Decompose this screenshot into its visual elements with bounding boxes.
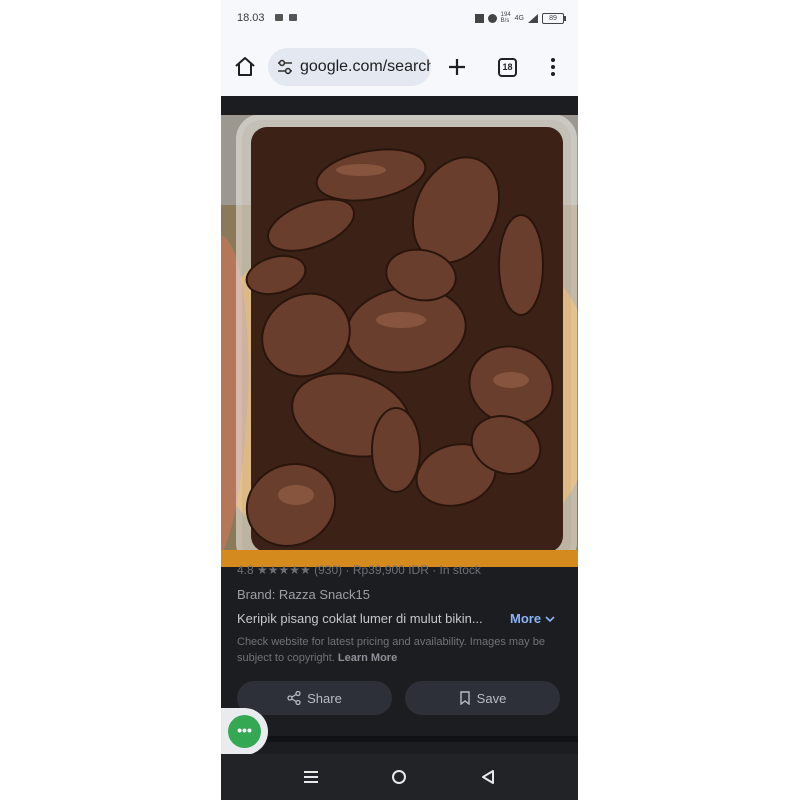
save-button[interactable]: Save bbox=[405, 681, 560, 715]
browser-toolbar: google.com/search?q=keripik 18 bbox=[221, 38, 578, 96]
back-icon[interactable] bbox=[478, 767, 498, 787]
network-speed: 194 B/s bbox=[500, 12, 511, 24]
more-label: More bbox=[510, 611, 542, 626]
status-icons: 194 B/s 4G 89 bbox=[474, 11, 566, 25]
home-icon[interactable] bbox=[233, 55, 257, 79]
battery-icon: 89 bbox=[542, 12, 566, 24]
network-type: 4G bbox=[514, 14, 524, 22]
system-nav-bar bbox=[221, 754, 578, 800]
share-icon bbox=[287, 691, 301, 705]
url-text: google.com/search?q=keripik bbox=[300, 58, 431, 75]
share-button[interactable]: Share bbox=[237, 681, 392, 715]
tabs-icon[interactable]: 18 bbox=[498, 58, 517, 77]
bag-icon bbox=[289, 14, 297, 21]
product-brand: Brand: Razza Snack15 bbox=[237, 587, 370, 602]
product-description: Keripik pisang coklat lumer di mulut bik… bbox=[237, 611, 483, 626]
signal-icon bbox=[528, 13, 538, 23]
chevron-down-icon bbox=[545, 616, 555, 623]
save-label: Save bbox=[476, 690, 507, 706]
plus-icon[interactable] bbox=[445, 55, 469, 79]
disclaimer: Check website for latest pricing and ava… bbox=[237, 634, 557, 666]
tune-icon[interactable] bbox=[277, 59, 293, 75]
address-bar[interactable]: google.com/search?q=keripik bbox=[268, 48, 431, 86]
more-vert-icon[interactable] bbox=[547, 56, 559, 78]
search-result-panel: 4.8 ★★★★★ (930) · Rp39,900 IDR · In stoc… bbox=[221, 96, 578, 755]
alarm-icon bbox=[487, 13, 497, 23]
section-divider bbox=[221, 736, 578, 742]
chat-bubble-icon[interactable]: ••• bbox=[228, 715, 261, 748]
vibrate-icon bbox=[474, 13, 484, 23]
message-icon bbox=[275, 14, 283, 21]
status-time: 18.03 bbox=[237, 12, 265, 24]
learn-more-link[interactable]: Learn More bbox=[338, 652, 397, 664]
rating-price-line: 4.8 ★★★★★ (930) · Rp39,900 IDR · In stoc… bbox=[237, 563, 481, 577]
recent-apps-icon[interactable] bbox=[301, 767, 321, 787]
floating-chat-bubble[interactable]: ••• bbox=[221, 708, 268, 755]
product-image[interactable] bbox=[221, 115, 578, 567]
home-circle-icon[interactable] bbox=[389, 767, 409, 787]
more-link[interactable]: More bbox=[510, 611, 555, 626]
bookmark-icon bbox=[459, 691, 470, 705]
share-label: Share bbox=[307, 690, 342, 706]
status-bar: 18.03 194 B/s 4G 89 bbox=[221, 0, 578, 38]
phone-screen: 18.03 194 B/s 4G 89 google.com/search?q=… bbox=[221, 0, 578, 800]
